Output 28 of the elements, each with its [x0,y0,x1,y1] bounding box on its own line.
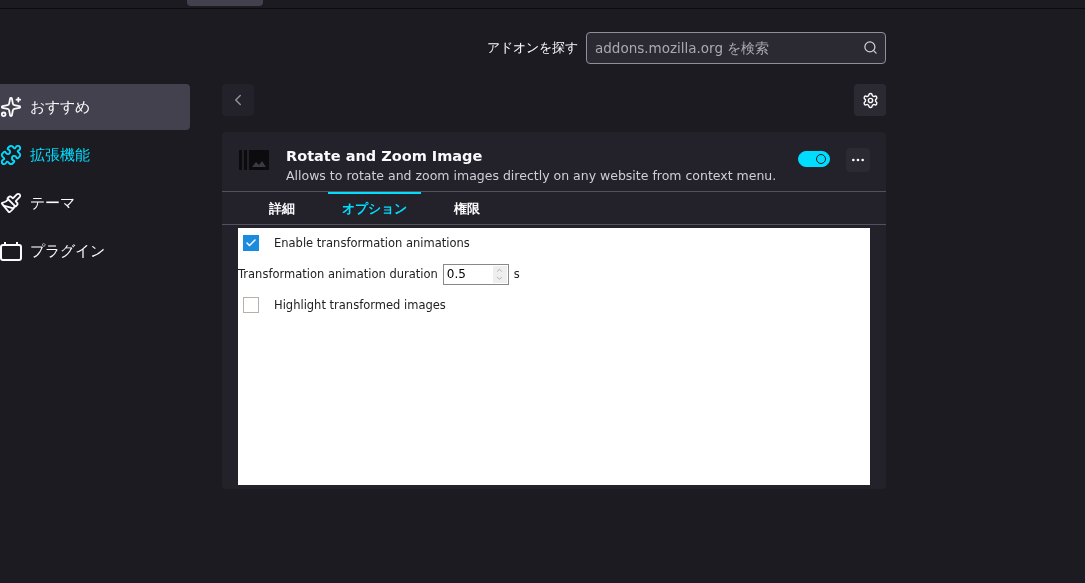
sidebar-item[interactable]: プラグイン [0,228,190,274]
enable-toggle[interactable] [798,151,830,167]
search-label: アドオンを探す [487,38,578,57]
tab[interactable]: 詳細 [240,192,324,224]
addon-title: Rotate and Zoom Image [286,148,484,164]
settings-icon [861,91,879,109]
tab[interactable]: 権限 [425,192,509,224]
sidebar-item[interactable]: おすすめ [0,84,190,130]
paintbrush-icon [0,192,22,214]
option-label: Enable transformation animations [274,236,470,250]
sidebar-item[interactable]: テーマ [0,180,190,226]
option-label: Transformation animation duration [238,267,438,281]
checkbox[interactable] [243,235,259,251]
check-icon [245,237,257,249]
more-button[interactable] [846,148,870,172]
sparkles-icon [0,96,22,118]
plugin-icon [0,241,22,261]
unit-label: s [513,267,520,281]
search-field[interactable]: addons.mozilla.org を検索 [586,31,886,64]
sidebar-item[interactable]: 拡張機能 [0,132,190,178]
puzzle-icon [0,144,22,166]
search-icon [863,39,878,55]
settings-button[interactable] [854,84,886,116]
option-label: Highlight transformed images [274,298,446,312]
addon-description: Allows to rotate and zoom images directly on any website from context menu. [286,168,778,183]
image-icon [238,148,270,172]
tab[interactable]: オプション [328,192,421,224]
checkbox[interactable] [243,297,259,313]
